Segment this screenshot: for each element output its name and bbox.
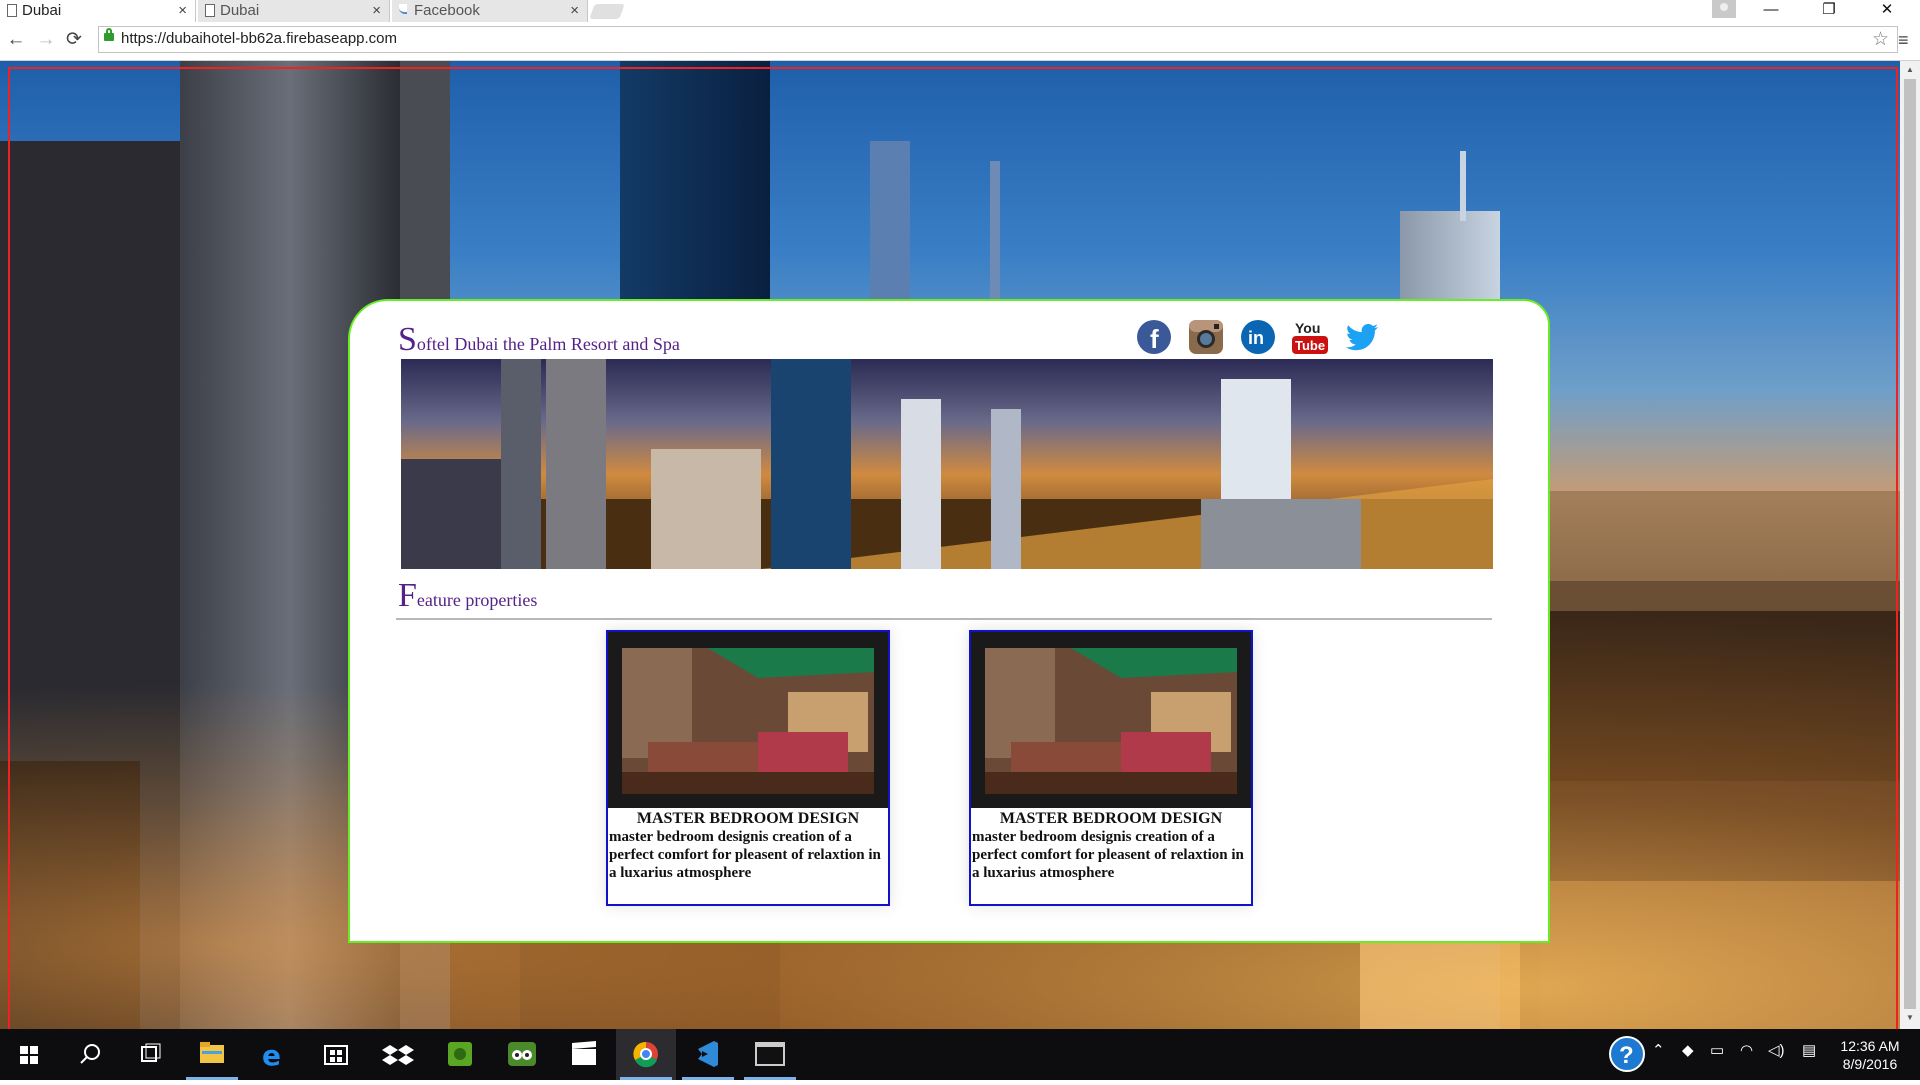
chevron-up-icon[interactable]: ⌃ xyxy=(1652,1041,1665,1059)
tab-label: Dubai xyxy=(220,2,260,19)
clock-time: 12:36 AM xyxy=(1840,1038,1900,1054)
help-text: ? xyxy=(1619,1042,1634,1069)
search-icon[interactable] xyxy=(60,1029,120,1080)
dropbox-tray-icon[interactable]: ◆ xyxy=(1682,1041,1694,1059)
close-window-button[interactable]: ✕ xyxy=(1864,0,1910,22)
movies-icon[interactable] xyxy=(554,1029,614,1080)
scrollbar-thumb[interactable] xyxy=(1904,79,1916,1009)
property-title: MASTER BEDROOM DESIGN xyxy=(636,810,860,827)
minimize-button[interactable]: — xyxy=(1748,0,1794,22)
lock-icon xyxy=(104,28,114,41)
page-icon xyxy=(7,4,17,17)
vertical-scrollbar[interactable]: ▲ ▼ xyxy=(1900,61,1920,1029)
scroll-down-icon[interactable]: ▼ xyxy=(1906,1013,1914,1022)
tab-dubai[interactable]: Dubai × xyxy=(198,0,390,22)
svg-text:e: e xyxy=(262,1039,281,1072)
loading-icon xyxy=(399,4,407,14)
forward-button[interactable]: → xyxy=(34,28,58,52)
property-description: master bedroom designis creation of a pe… xyxy=(609,829,881,881)
site-title-initial: S xyxy=(398,321,417,358)
browser-toolbar: ← → ⟳ https://dubaihotel-bb62a.firebasea… xyxy=(0,22,1920,61)
youtube-icon[interactable]: You Tube xyxy=(1292,319,1328,355)
start-icon[interactable] xyxy=(0,1029,60,1080)
banner-skyline xyxy=(401,359,1493,569)
site-title: Softel Dubai the Palm Resort and Spa xyxy=(398,321,680,359)
restore-button[interactable]: ❐ xyxy=(1806,0,1852,22)
tab-label: Facebook xyxy=(414,2,480,19)
address-bar[interactable]: https://dubaihotel-bb62a.firebaseapp.com… xyxy=(98,26,1898,53)
tripadvisor-icon[interactable] xyxy=(492,1029,552,1080)
tab-strip: Dubai × Dubai × Facebook × — ❐ ✕ xyxy=(0,0,1920,22)
task-view-icon[interactable] xyxy=(120,1029,180,1080)
tab-close-icon[interactable]: × xyxy=(372,0,381,22)
property-title: MASTER BEDROOM DESIGN xyxy=(999,810,1223,827)
scroll-up-icon[interactable]: ▲ xyxy=(1906,65,1914,74)
section-divider xyxy=(396,618,1492,620)
evernote-icon[interactable] xyxy=(430,1029,490,1080)
tab-close-icon[interactable]: × xyxy=(178,0,187,22)
section-title-initial: F xyxy=(398,577,417,614)
youtube-text-bottom: Tube xyxy=(1295,338,1325,353)
chrome-menu-icon[interactable]: ≡ xyxy=(1898,30,1909,51)
url-text[interactable]: https://dubaihotel-bb62a.firebaseapp.com xyxy=(121,30,397,47)
new-tab-button[interactable] xyxy=(589,4,625,19)
chrome-icon[interactable] xyxy=(616,1029,676,1080)
tab-label: Dubai xyxy=(22,2,62,19)
edge-icon[interactable]: e xyxy=(244,1029,304,1080)
tab-close-icon[interactable]: × xyxy=(570,0,579,22)
bedroom-image xyxy=(608,632,888,808)
property-description: master bedroom designis creation of a pe… xyxy=(972,829,1244,881)
linkedin-icon[interactable]: in xyxy=(1240,319,1276,355)
site-title-text: oftel Dubai the Palm Resort and Spa xyxy=(416,334,680,354)
twitter-icon[interactable] xyxy=(1344,319,1380,355)
facebook-icon[interactable]: f xyxy=(1136,319,1172,355)
dropbox-icon[interactable] xyxy=(368,1029,428,1080)
user-profile-icon[interactable] xyxy=(1712,0,1736,18)
facebook-letter: f xyxy=(1150,324,1159,354)
section-title: Feature properties xyxy=(398,577,537,615)
store-icon[interactable] xyxy=(306,1029,366,1080)
section-title-text: eature properties xyxy=(416,590,538,610)
wifi-icon[interactable]: ◠ xyxy=(1740,1041,1753,1059)
property-card[interactable]: MASTER BEDROOM DESIGN master bedroom des… xyxy=(969,630,1253,906)
page-icon xyxy=(205,4,215,17)
instagram-icon[interactable] xyxy=(1188,319,1224,355)
notifications-icon[interactable]: ▤ xyxy=(1802,1041,1816,1059)
clock-date: 8/9/2016 xyxy=(1842,1056,1898,1072)
battery-icon[interactable]: ▭ xyxy=(1710,1041,1724,1059)
reload-button[interactable]: ⟳ xyxy=(62,28,86,52)
visual-studio-icon[interactable] xyxy=(678,1029,738,1080)
system-clock[interactable]: 12:36 AM 8/9/2016 xyxy=(1838,1037,1902,1073)
bookmark-star-icon[interactable]: ☆ xyxy=(1872,28,1889,51)
tab-dubai-active[interactable]: Dubai × xyxy=(0,0,196,22)
tab-facebook[interactable]: Facebook × xyxy=(392,0,588,22)
city-banner-image xyxy=(401,359,1493,569)
linkedin-letters: in xyxy=(1248,328,1264,348)
youtube-text-top: You xyxy=(1295,320,1320,336)
windows-taskbar: e ? ⌃ ◆ ▭ ◠ ◁) ▤ 12:36 AM 8/9/2016 xyxy=(0,1029,1920,1080)
content-card: Softel Dubai the Palm Resort and Spa f i… xyxy=(348,299,1550,943)
bedroom-image xyxy=(971,632,1251,808)
file-explorer-icon[interactable] xyxy=(182,1029,242,1080)
help-icon[interactable]: ? xyxy=(1608,1035,1646,1077)
back-button[interactable]: ← xyxy=(4,28,28,52)
volume-icon[interactable]: ◁) xyxy=(1768,1041,1785,1059)
page-viewport: Softel Dubai the Palm Resort and Spa f i… xyxy=(0,61,1920,1029)
property-card[interactable]: MASTER BEDROOM DESIGN master bedroom des… xyxy=(606,630,890,906)
terminal-icon[interactable] xyxy=(740,1029,800,1080)
